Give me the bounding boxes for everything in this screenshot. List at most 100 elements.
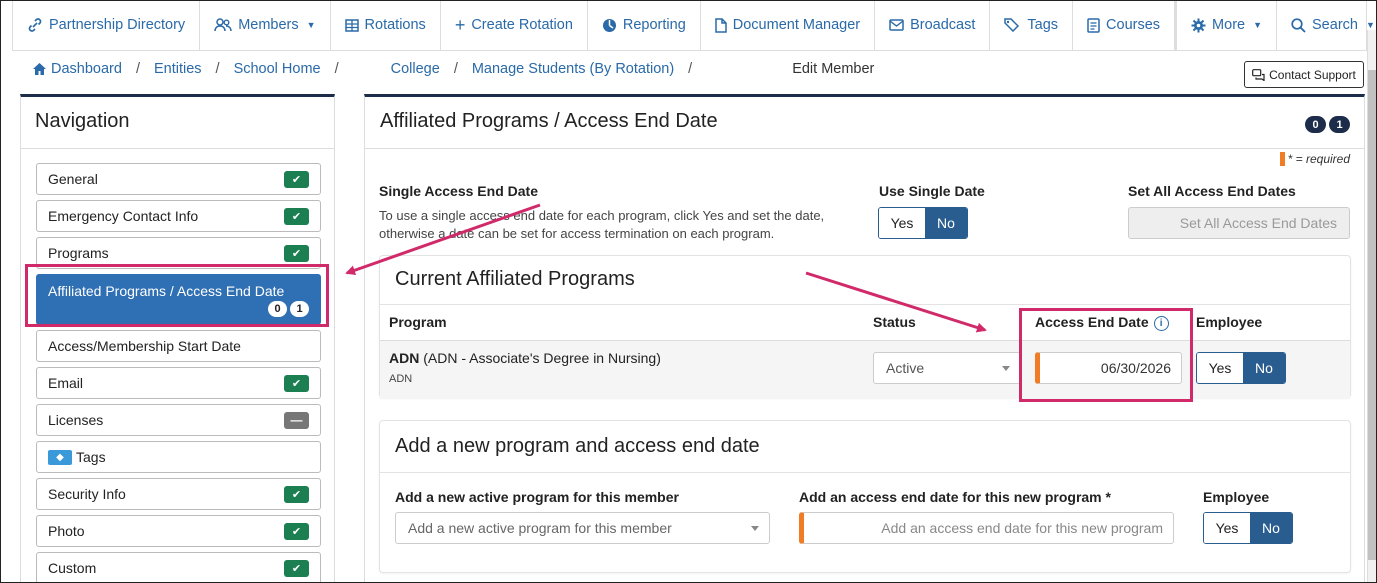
breadcrumb-separator: / <box>334 61 339 77</box>
nav-create-rotation[interactable]: + Create Rotation <box>441 0 588 50</box>
nav-label: Document Manager <box>732 17 861 33</box>
navigation-title: Navigation <box>21 97 334 149</box>
contact-support-button[interactable]: Contact Support <box>1244 61 1364 88</box>
nav-item-photo[interactable]: Photo ✔ <box>36 515 321 547</box>
add-employee-yes[interactable]: Yes <box>1204 513 1250 543</box>
check-icon: ✔ <box>284 374 309 392</box>
nav-tags[interactable]: Tags <box>990 0 1074 50</box>
nav-label: More <box>1212 17 1246 33</box>
nav-search[interactable]: Search ▼ <box>1277 0 1377 50</box>
set-all-button[interactable]: Set All Access End Dates <box>1128 207 1350 239</box>
add-program-placeholder: Add a new active program for this member <box>408 520 672 536</box>
home-icon <box>33 63 46 75</box>
check-icon: ✔ <box>284 485 309 503</box>
status-select[interactable]: Active <box>873 352 1021 384</box>
page-title: Affiliated Programs / Access End Date <box>380 110 718 132</box>
nav-item-email[interactable]: Email ✔ <box>36 367 321 399</box>
use-single-date-yes[interactable]: Yes <box>879 208 925 238</box>
program-sub-code: ADN <box>389 373 413 385</box>
book-icon <box>1087 17 1100 33</box>
add-employee-no[interactable]: No <box>1250 513 1292 543</box>
nav-reporting[interactable]: Reporting <box>588 0 701 50</box>
employee-no[interactable]: No <box>1243 353 1285 383</box>
page-scrollbar[interactable] <box>1367 30 1377 583</box>
single-date-help: To use a single access end date for each… <box>379 208 825 241</box>
nav-label: Members <box>238 17 299 33</box>
column-header-program: Program <box>389 314 447 330</box>
scrollbar-thumb[interactable] <box>1368 70 1376 560</box>
count-badge: 1 <box>1329 116 1350 133</box>
nav-label: Partnership Directory <box>49 17 186 33</box>
use-single-date-label: Use Single Date <box>879 183 985 199</box>
program-name: (ADN - Associate's Degree in Nursing) <box>423 350 661 366</box>
required-marker <box>1279 152 1285 166</box>
use-single-date-no[interactable]: No <box>925 208 967 238</box>
nav-members[interactable]: Members ▼ <box>200 0 331 50</box>
breadcrumb-separator: / <box>453 61 458 77</box>
nav-item-general[interactable]: General ✔ <box>36 163 321 195</box>
nav-item-emergency-contact[interactable]: Emergency Contact Info ✔ <box>36 200 321 232</box>
add-program-select[interactable]: Add a new active program for this member <box>395 512 770 544</box>
add-program-card: Add a new program and access end date Ad… <box>379 420 1351 573</box>
users-icon <box>214 18 232 32</box>
nav-courses[interactable]: Courses <box>1073 0 1176 50</box>
chat-icon <box>1252 68 1265 81</box>
nav-item-custom[interactable]: Custom ✔ <box>36 552 321 583</box>
nav-label: Reporting <box>622 17 686 33</box>
nav-rotations[interactable]: Rotations <box>331 0 441 50</box>
count-badge: 0 <box>1305 116 1326 133</box>
nav-item-access-start-date[interactable]: Access/Membership Start Date <box>36 330 321 362</box>
nav-item-label: Licenses <box>48 412 104 428</box>
chevron-down-icon <box>751 526 759 531</box>
single-date-label: Single Access End Date <box>379 183 538 199</box>
breadcrumb-current: Edit Member <box>792 61 875 77</box>
chart-icon <box>602 18 617 33</box>
breadcrumb-separator: / <box>135 61 140 77</box>
current-programs-title: Current Affiliated Programs <box>395 268 635 290</box>
breadcrumb-entities[interactable]: Entities <box>154 61 202 77</box>
breadcrumb-separator: / <box>215 61 220 77</box>
add-program-label: Add a new active program for this member <box>395 489 679 505</box>
employee-yes[interactable]: Yes <box>1197 353 1243 383</box>
column-header-status: Status <box>873 314 916 330</box>
nav-label: Create Rotation <box>471 17 573 33</box>
nav-item-security-info[interactable]: Security Info ✔ <box>36 478 321 510</box>
tag-icon <box>1004 18 1021 32</box>
table-row: ADN (ADN - Associate's Degree in Nursing… <box>380 341 1350 399</box>
caret-down-icon: ▼ <box>306 20 316 30</box>
add-date-input[interactable]: Add an access end date for this new prog… <box>799 512 1174 544</box>
nav-partnership-directory[interactable]: Partnership Directory <box>13 0 201 50</box>
breadcrumb-dashboard[interactable]: Dashboard <box>32 61 122 77</box>
breadcrumb-manage-students[interactable]: Manage Students (By Rotation) <box>472 61 674 77</box>
nav-label: Search <box>1312 17 1358 33</box>
nav-label: Rotations <box>364 17 426 33</box>
nav-item-label: General <box>48 171 98 187</box>
navigation-list: General ✔ Emergency Contact Info ✔ Progr… <box>36 163 321 583</box>
breadcrumb-label: Dashboard <box>51 61 122 77</box>
envelope-icon <box>889 19 904 31</box>
add-employee-label: Employee <box>1203 489 1270 505</box>
nav-more[interactable]: More ▼ <box>1176 0 1278 50</box>
nav-item-licenses[interactable]: Licenses — <box>36 404 321 436</box>
required-note: * = required <box>1279 152 1350 166</box>
nav-label: Broadcast <box>910 17 976 33</box>
nav-item-label: Email <box>48 375 84 391</box>
divider <box>380 472 1350 473</box>
check-icon: ✔ <box>284 207 309 225</box>
nav-broadcast[interactable]: Broadcast <box>875 0 991 50</box>
nav-item-tags[interactable]: ◆ Tags <box>36 441 321 473</box>
breadcrumb: Dashboard / Entities / School Home / Col… <box>32 61 874 77</box>
nav-document-manager[interactable]: Document Manager <box>701 0 876 50</box>
chevron-down-icon <box>1002 366 1010 371</box>
breadcrumb-school-home[interactable]: School Home <box>234 61 321 77</box>
nav-item-label: Photo <box>48 523 85 539</box>
search-icon <box>1291 17 1306 33</box>
breadcrumb-college[interactable]: College <box>391 61 440 77</box>
gear-icon <box>1191 18 1206 33</box>
main-panel: Affiliated Programs / Access End Date 0 … <box>364 94 1365 583</box>
check-icon: ✔ <box>284 244 309 262</box>
set-all-label: Set All Access End Dates <box>1128 183 1296 199</box>
add-program-title: Add a new program and access end date <box>395 435 760 457</box>
check-icon: ✔ <box>284 522 309 540</box>
program-name-cell: ADN (ADN - Associate's Degree in Nursing… <box>389 350 661 366</box>
